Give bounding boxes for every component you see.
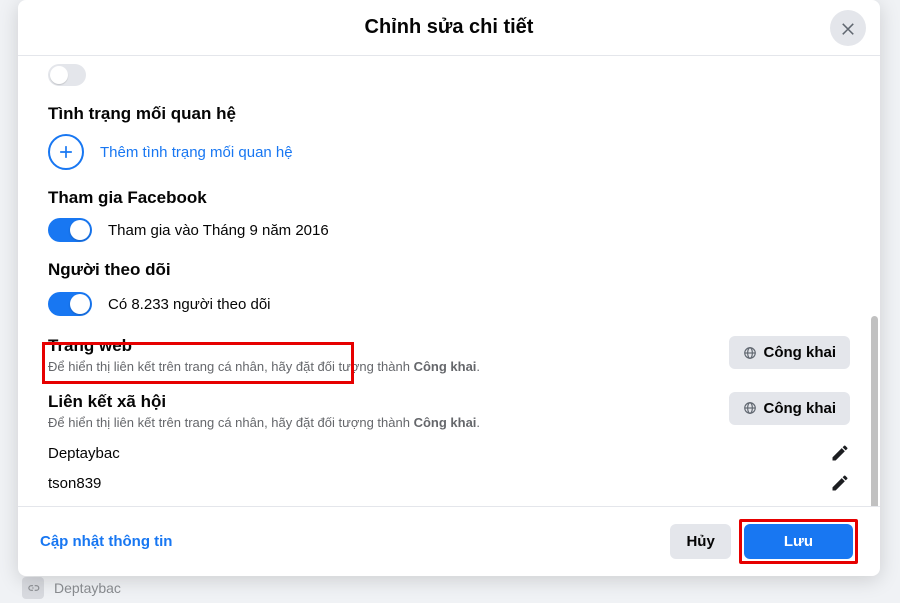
modal-body: Tình trạng mối quan hệ Thêm tình trạng m…	[18, 56, 880, 506]
globe-icon	[743, 401, 757, 415]
add-relationship-button[interactable]: Thêm tình trạng mối quan hệ	[48, 134, 850, 170]
social-audience-label: Công khai	[763, 400, 836, 417]
scrollbar[interactable]	[871, 316, 878, 506]
section-website-subtitle: Để hiển thị liên kết trên trang cá nhân,…	[48, 358, 709, 376]
joined-toggle[interactable]	[48, 218, 92, 242]
social-link-text: tson839	[48, 475, 101, 492]
save-button[interactable]: Lưu	[744, 524, 853, 559]
section-joined-title: Tham gia Facebook	[48, 188, 850, 208]
globe-icon	[743, 346, 757, 360]
modal-header: Chỉnh sửa chi tiết	[18, 0, 880, 56]
section-website-title: Trang web	[48, 336, 709, 356]
link-icon	[22, 577, 44, 599]
section-social-title: Liên kết xã hội	[48, 392, 709, 412]
modal-title: Chỉnh sửa chi tiết	[365, 16, 534, 39]
edit-details-modal: Chỉnh sửa chi tiết Tình trạng mối quan h…	[18, 0, 880, 576]
followers-toggle[interactable]	[48, 292, 92, 316]
add-relationship-label: Thêm tình trạng mối quan hệ	[100, 144, 293, 161]
followers-text: Có 8.233 người theo dõi	[108, 296, 271, 313]
update-info-link[interactable]: Cập nhật thông tin	[40, 533, 172, 550]
close-icon	[839, 19, 857, 37]
section-social-subtitle: Để hiển thị liên kết trên trang cá nhân,…	[48, 414, 709, 432]
section-relationship-title: Tình trạng mối quan hệ	[48, 104, 850, 124]
cancel-button[interactable]: Hủy	[670, 524, 730, 559]
website-audience-button[interactable]: Công khai	[729, 336, 850, 369]
close-button[interactable]	[830, 10, 866, 46]
social-link-row: Deptaybac	[48, 443, 850, 463]
highlight-save: Lưu	[739, 519, 858, 564]
previous-toggle[interactable]	[48, 64, 86, 86]
joined-text: Tham gia vào Tháng 9 năm 2016	[108, 222, 329, 239]
social-link-text: Deptaybac	[48, 445, 120, 462]
modal-footer: Cập nhật thông tin Hủy Lưu	[18, 506, 880, 576]
social-link-row: tson839	[48, 473, 850, 493]
social-audience-button[interactable]: Công khai	[729, 392, 850, 425]
edit-icon[interactable]	[830, 443, 850, 463]
plus-icon	[48, 134, 84, 170]
section-followers-title: Người theo dõi	[48, 260, 850, 280]
background-item: Deptaybac	[22, 577, 121, 599]
website-audience-label: Công khai	[763, 344, 836, 361]
edit-icon[interactable]	[830, 473, 850, 493]
